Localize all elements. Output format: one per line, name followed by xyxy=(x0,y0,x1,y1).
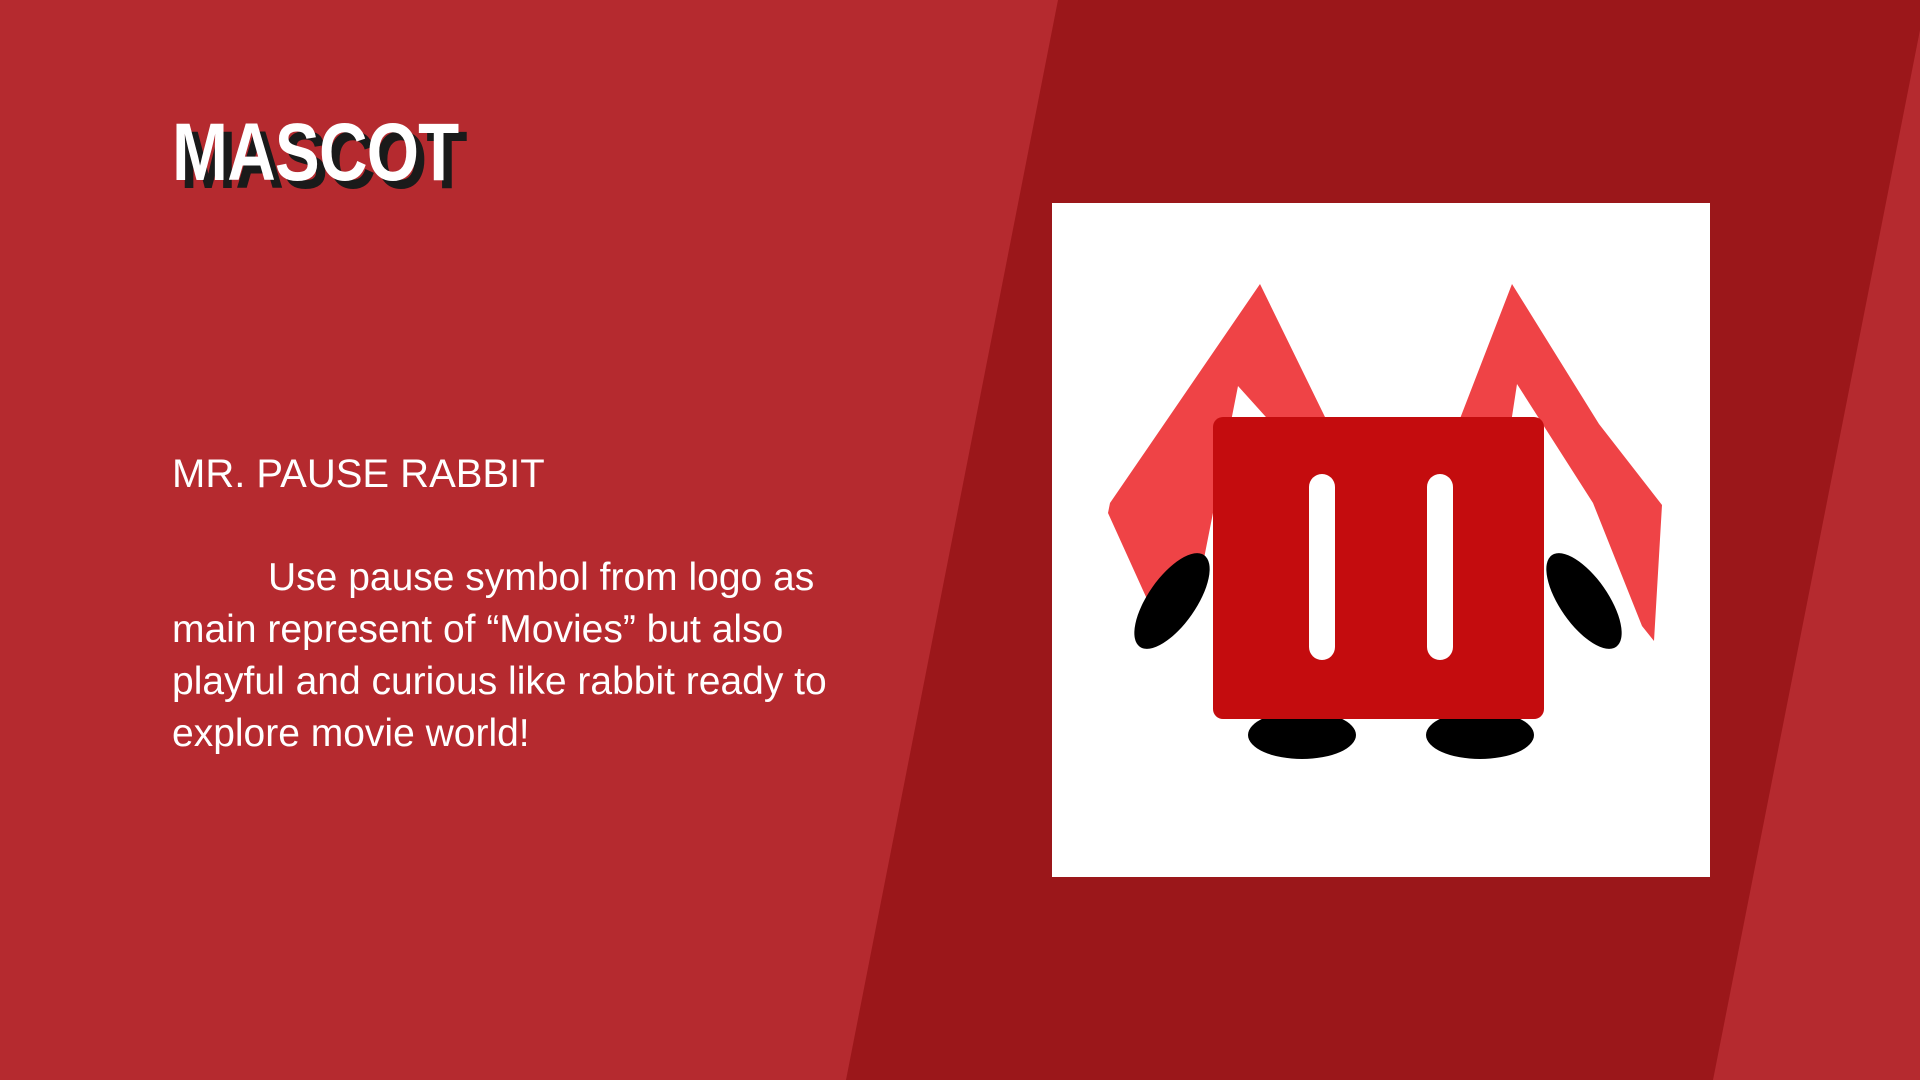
mascot-body xyxy=(1213,417,1544,719)
mascot-illustration-card xyxy=(1052,203,1710,877)
pause-bar-right-icon xyxy=(1427,474,1453,660)
pause-rabbit-mascot xyxy=(1108,284,1662,759)
mascot-name: MR. PAUSE RABBIT xyxy=(172,452,545,496)
slide-title: MASCOT xyxy=(172,107,459,198)
mascot-description: Use pause symbol from logo as main repre… xyxy=(172,556,827,755)
pause-bar-left-icon xyxy=(1309,474,1335,660)
